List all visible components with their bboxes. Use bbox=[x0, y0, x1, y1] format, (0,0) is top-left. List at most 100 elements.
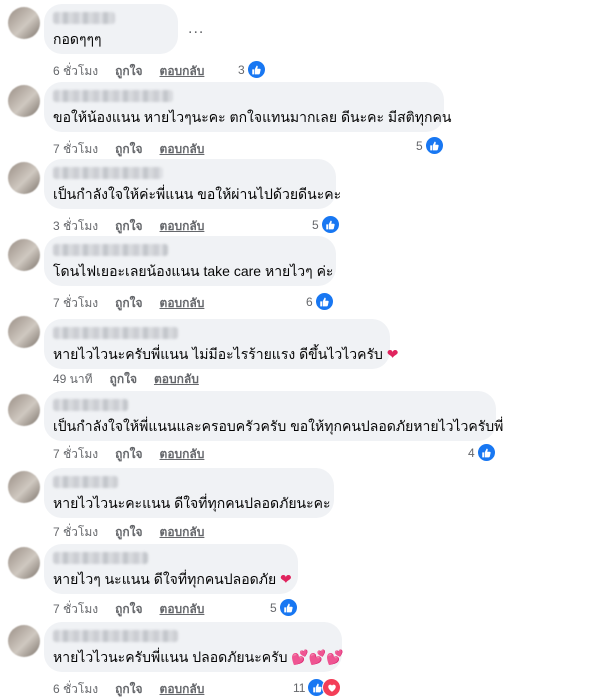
reply-button[interactable]: ตอบกลับ bbox=[154, 370, 199, 389]
reaction-count[interactable]: 4 bbox=[468, 443, 496, 462]
comment-time[interactable]: 7 ชั่วโมง bbox=[53, 445, 98, 464]
comment-text: โดนไฟเยอะเลยน้องแนน take care หายไวๆ ค่ะ bbox=[53, 263, 334, 279]
reaction-number: 11 bbox=[293, 680, 306, 695]
comment-actions: 7 ชั่วโมง ถูกใจ ตอบกลับ bbox=[53, 523, 204, 542]
comment-bubble: หายไวๆ นะแนน ดีใจที่ทุกคนปลอดภัย ❤ bbox=[44, 544, 298, 594]
comment-text: เป็นกำลังใจให้พี่แนนและครอบครัวครับ ขอให… bbox=[53, 418, 504, 434]
like-reaction-icon bbox=[246, 60, 266, 79]
avatar[interactable] bbox=[8, 625, 40, 657]
comment-actions: 7 ชั่วโมง ถูกใจ ตอบกลับ bbox=[53, 140, 204, 159]
comment-text: หายไวไวนะครับพี่แนน ปลอดภัยนะครับ 💕💕💕 bbox=[53, 649, 344, 666]
blurred-author-name[interactable] bbox=[53, 552, 148, 564]
like-button[interactable]: ถูกใจ bbox=[115, 217, 142, 236]
like-reaction-icon bbox=[314, 292, 334, 311]
comment-bubble: เป็นกำลังใจให้พี่แนนและครอบครัวครับ ขอให… bbox=[44, 391, 503, 441]
reaction-number: 3 bbox=[238, 62, 245, 77]
comment-text-content: หายไวไวนะครับพี่แนน ไม่มีอะไรร้ายแรง ดีข… bbox=[53, 346, 383, 362]
reply-button[interactable]: ตอบกลับ bbox=[160, 680, 205, 699]
comment-time[interactable]: 7 ชั่วโมง bbox=[53, 600, 98, 619]
avatar[interactable] bbox=[8, 547, 40, 579]
comment-actions: 6 ชั่วโมง ถูกใจ ตอบกลับ bbox=[53, 62, 204, 81]
like-reaction-icon bbox=[424, 136, 444, 155]
reaction-count[interactable]: 11 bbox=[293, 678, 342, 697]
like-button[interactable]: ถูกใจ bbox=[110, 370, 137, 389]
comment-bubble: ขอให้น้องแนน หายไวๆนะคะ ตกใจแทนมากเลย ดี… bbox=[44, 82, 451, 132]
comment-actions: 6 ชั่วโมง ถูกใจ ตอบกลับ bbox=[53, 680, 204, 699]
comment-time[interactable]: 6 ชั่วโมง bbox=[53, 680, 98, 699]
comment-time[interactable]: 7 ชั่วโมง bbox=[53, 294, 98, 313]
like-button[interactable]: ถูกใจ bbox=[115, 62, 142, 81]
comment-time[interactable]: 3 ชั่วโมง bbox=[53, 217, 98, 236]
comment-bubble: หายไวไวนะครับพี่แนน ปลอดภัยนะครับ 💕💕💕 bbox=[44, 622, 344, 672]
comment-actions: 49 นาที ถูกใจ ตอบกลับ bbox=[53, 370, 199, 389]
like-reaction-icon bbox=[320, 215, 340, 234]
avatar[interactable] bbox=[8, 394, 40, 426]
comment-time[interactable]: 7 ชั่วโมง bbox=[53, 523, 98, 542]
comment-bubble: เป็นกำลังใจให้ค่ะพี่แนน ขอให้ผ่านไปด้วยด… bbox=[44, 159, 341, 209]
like-button[interactable]: ถูกใจ bbox=[115, 140, 142, 159]
reply-button[interactable]: ตอบกลับ bbox=[160, 217, 205, 236]
blurred-author-name[interactable] bbox=[53, 399, 128, 411]
blurred-author-name[interactable] bbox=[53, 630, 178, 642]
reaction-count[interactable]: 5 bbox=[416, 136, 444, 155]
reply-button[interactable]: ตอบกลับ bbox=[160, 62, 205, 81]
red-heart-emoji: ❤ bbox=[386, 346, 399, 362]
blurred-author-name[interactable] bbox=[53, 12, 115, 24]
like-reaction-icon bbox=[278, 598, 298, 617]
comment-text-content: หายไวๆ นะแนน ดีใจที่ทุกคนปลอดภัย bbox=[53, 571, 277, 587]
comment-bubble: โดนไฟเยอะเลยน้องแนน take care หายไวๆ ค่ะ bbox=[44, 236, 336, 286]
more-options-icon[interactable]: ... bbox=[188, 20, 204, 38]
reaction-count[interactable]: 3 bbox=[238, 60, 266, 79]
comment-actions: 7 ชั่วโมง ถูกใจ ตอบกลับ bbox=[53, 294, 204, 313]
reaction-count[interactable]: 6 bbox=[306, 292, 334, 311]
love-reaction-icon bbox=[322, 678, 342, 697]
reaction-number: 5 bbox=[312, 217, 319, 232]
reply-button[interactable]: ตอบกลับ bbox=[160, 445, 205, 464]
avatar[interactable] bbox=[8, 239, 40, 271]
comment-actions: 7 ชั่วโมง ถูกใจ ตอบกลับ bbox=[53, 600, 204, 619]
comment-time[interactable]: 7 ชั่วโมง bbox=[53, 140, 98, 159]
hearts-emoji: 💕💕💕 bbox=[291, 649, 344, 665]
comment-bubble: กอดๆๆๆ bbox=[44, 4, 178, 54]
reply-button[interactable]: ตอบกลับ bbox=[160, 140, 205, 159]
like-button[interactable]: ถูกใจ bbox=[115, 445, 142, 464]
blurred-author-name[interactable] bbox=[53, 167, 163, 179]
comment-bubble: หายไวไวนะคะแนน ดีใจที่ทุกคนปลอดภัยนะคะ bbox=[44, 468, 334, 518]
reply-button[interactable]: ตอบกลับ bbox=[160, 600, 205, 619]
like-button[interactable]: ถูกใจ bbox=[115, 294, 142, 313]
avatar[interactable] bbox=[8, 162, 40, 194]
comment-text-content: หายไวไวนะครับพี่แนน ปลอดภัยนะครับ bbox=[53, 649, 288, 665]
blurred-author-name[interactable] bbox=[53, 244, 168, 256]
blurred-author-name[interactable] bbox=[53, 327, 178, 339]
comment-text: หายไวๆ นะแนน ดีใจที่ทุกคนปลอดภัย ❤ bbox=[53, 571, 292, 588]
reaction-count[interactable]: 5 bbox=[270, 598, 298, 617]
red-heart-emoji: ❤ bbox=[280, 571, 292, 587]
blurred-author-name[interactable] bbox=[53, 476, 118, 488]
comment-time[interactable]: 6 ชั่วโมง bbox=[53, 62, 98, 81]
comment-text: หายไวไวนะครับพี่แนน ไม่มีอะไรร้ายแรง ดีข… bbox=[53, 346, 399, 363]
blurred-author-name[interactable] bbox=[53, 90, 173, 102]
avatar[interactable] bbox=[8, 7, 40, 39]
like-button[interactable]: ถูกใจ bbox=[115, 680, 142, 699]
like-button[interactable]: ถูกใจ bbox=[115, 523, 142, 542]
comment-actions: 3 ชั่วโมง ถูกใจ ตอบกลับ bbox=[53, 217, 204, 236]
like-button[interactable]: ถูกใจ bbox=[115, 600, 142, 619]
avatar[interactable] bbox=[8, 471, 40, 503]
reaction-count[interactable]: 5 bbox=[312, 215, 340, 234]
reaction-number: 5 bbox=[416, 138, 423, 153]
reaction-number: 5 bbox=[270, 600, 277, 615]
comment-text: ขอให้น้องแนน หายไวๆนะคะ ตกใจแทนมากเลย ดี… bbox=[53, 109, 452, 125]
reply-button[interactable]: ตอบกลับ bbox=[160, 294, 205, 313]
comment-text: หายไวไวนะคะแนน ดีใจที่ทุกคนปลอดภัยนะคะ bbox=[53, 495, 331, 511]
reply-button[interactable]: ตอบกลับ bbox=[160, 523, 205, 542]
avatar[interactable] bbox=[8, 85, 40, 117]
comment-text: กอดๆๆๆ bbox=[53, 31, 102, 47]
comment-bubble: หายไวไวนะครับพี่แนน ไม่มีอะไรร้ายแรง ดีข… bbox=[44, 319, 399, 369]
reaction-number: 6 bbox=[306, 294, 313, 309]
avatar[interactable] bbox=[8, 316, 40, 348]
comment-time[interactable]: 49 นาที bbox=[53, 370, 93, 389]
comment-actions: 7 ชั่วโมง ถูกใจ ตอบกลับ bbox=[53, 445, 204, 464]
reaction-number: 4 bbox=[468, 445, 475, 460]
comment-text: เป็นกำลังใจให้ค่ะพี่แนน ขอให้ผ่านไปด้วยด… bbox=[53, 186, 342, 202]
like-reaction-icon bbox=[476, 443, 496, 462]
